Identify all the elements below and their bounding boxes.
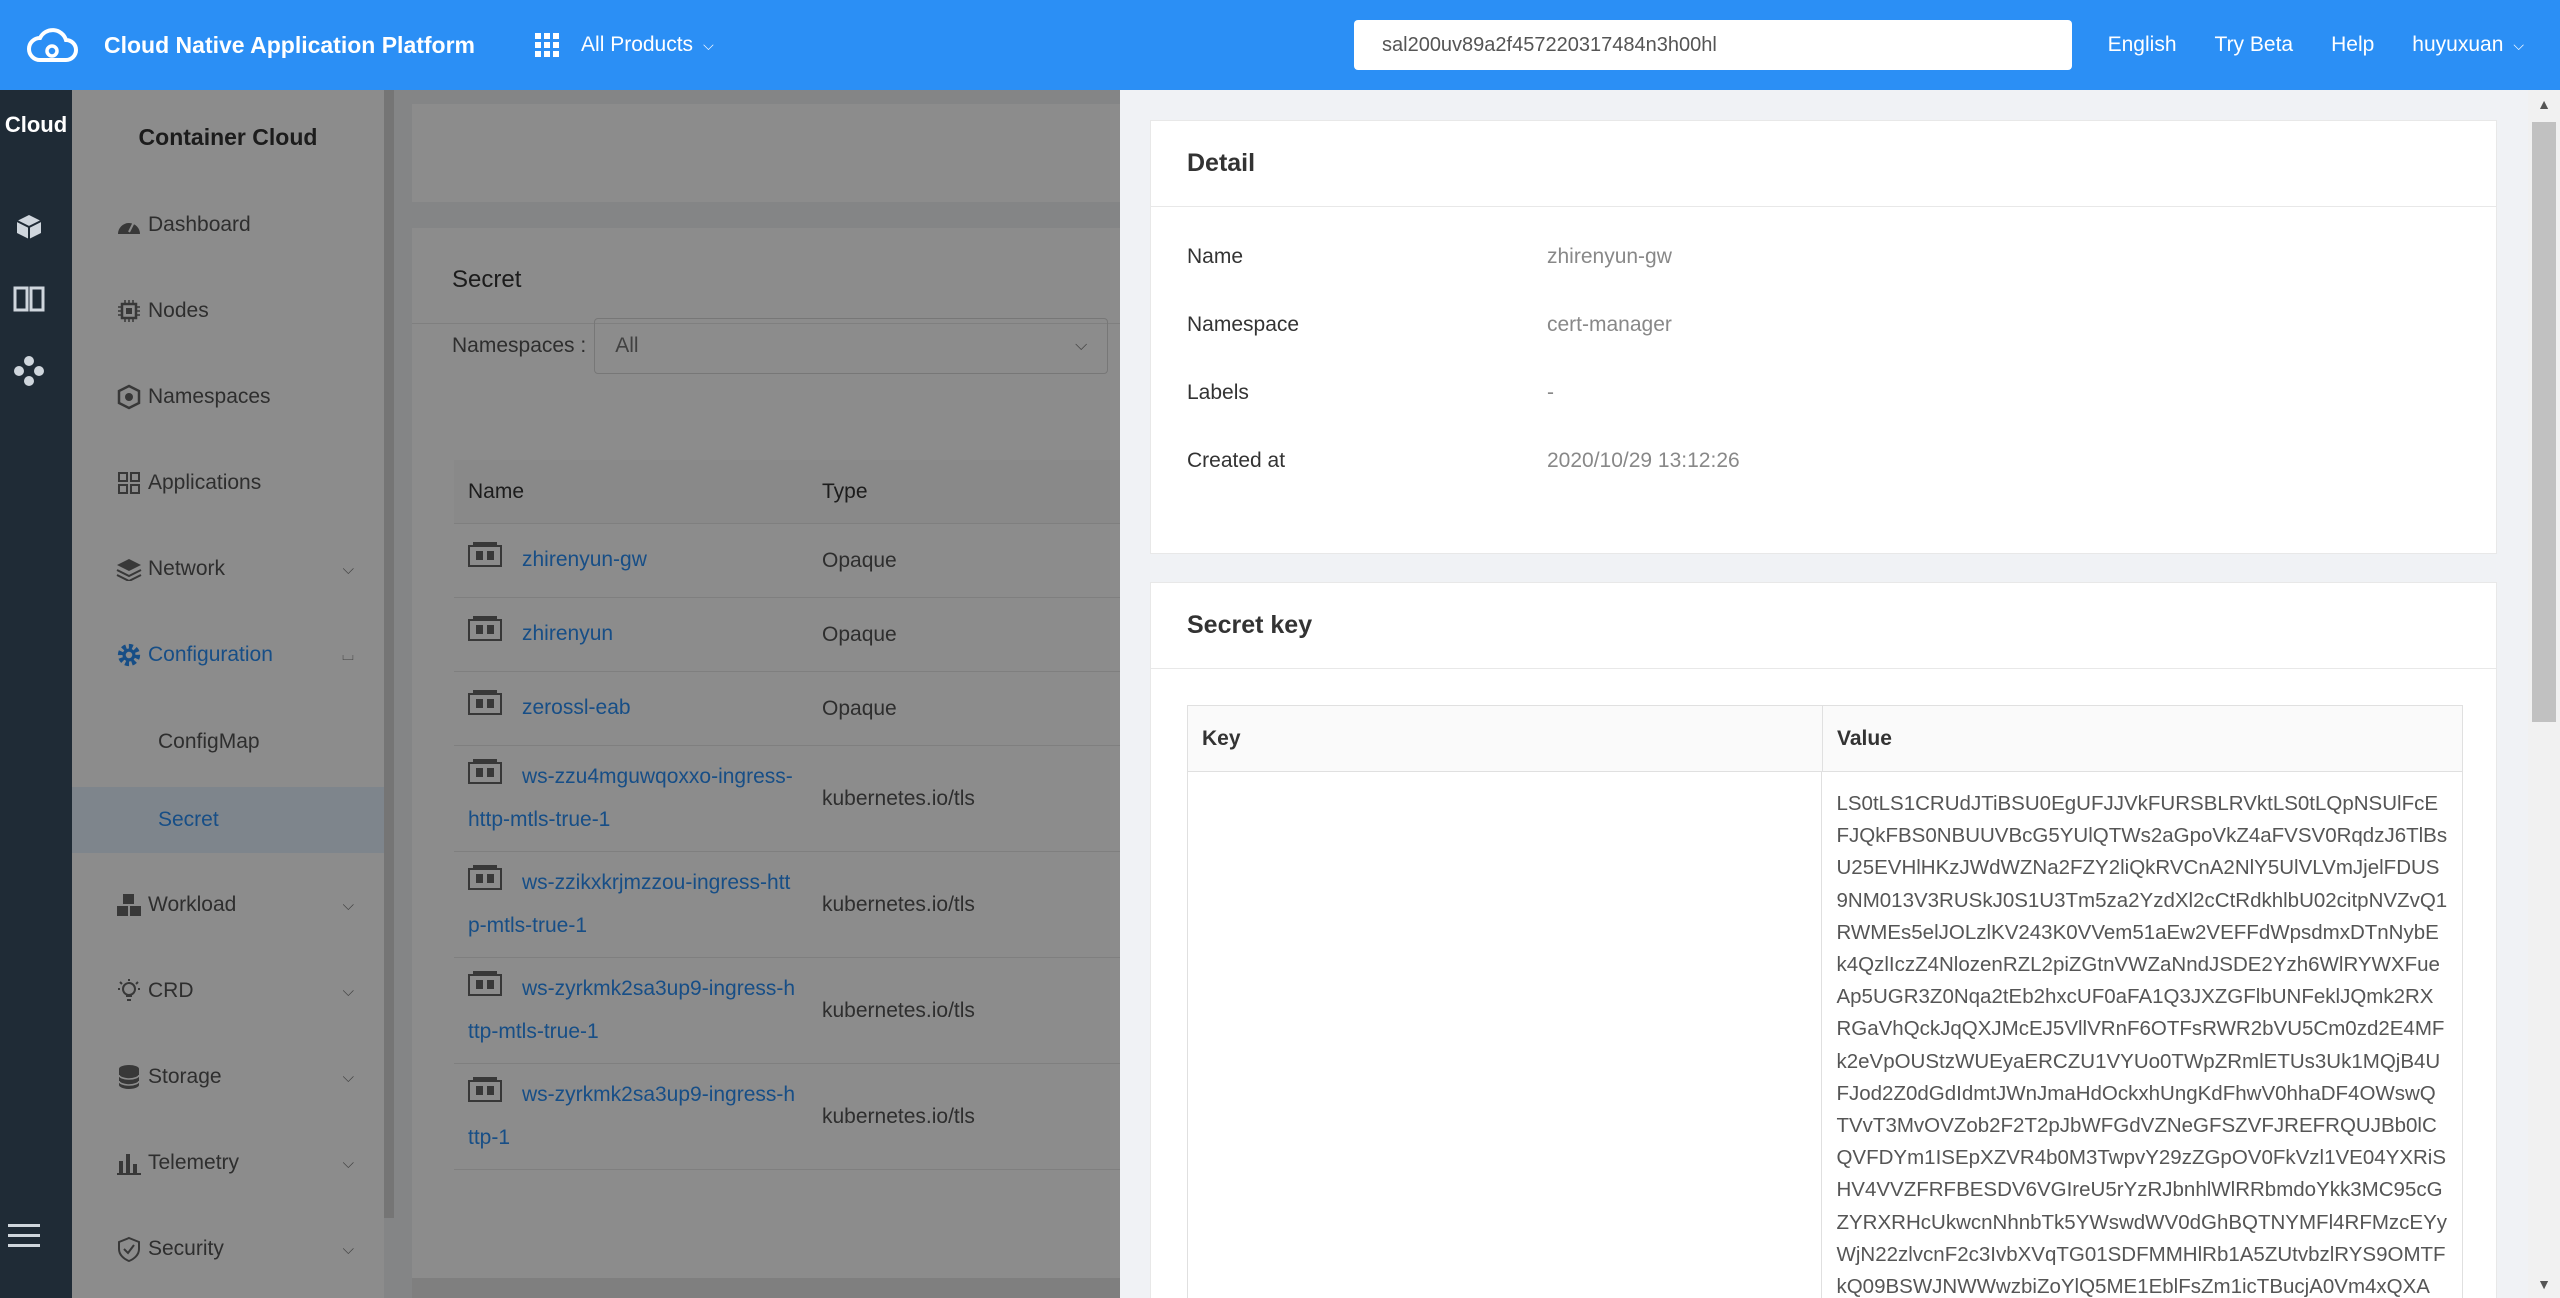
scroll-down-icon[interactable]: ▼ <box>2528 1276 2560 1292</box>
scrollbar-thumb[interactable] <box>2532 122 2556 722</box>
secret-key-cell <box>1188 772 1823 1298</box>
app-title[interactable]: Cloud Native Application Platform <box>104 32 475 59</box>
field-name: Name zhirenyun-gw <box>1187 245 1672 269</box>
cloud-logo-icon[interactable] <box>26 25 80 65</box>
drawer-scrollbar[interactable]: ▲ ▼ <box>2528 90 2560 1298</box>
field-labels: Labels - <box>1187 381 1554 405</box>
cube-icon[interactable] <box>12 210 46 244</box>
scroll-up-icon[interactable]: ▲ <box>2528 96 2560 112</box>
field-value: zhirenyun-gw <box>1547 245 1672 268</box>
secret-detail-drawer: Detail Name zhirenyun-gw Namespace cert-… <box>1120 90 2560 1298</box>
modal-overlay[interactable] <box>72 90 1120 1298</box>
field-label: Namespace <box>1187 313 1300 336</box>
field-namespace: Namespace cert-manager <box>1187 313 1672 337</box>
book-icon[interactable] <box>12 282 46 316</box>
field-label: Labels <box>1187 381 1249 404</box>
all-products-menu[interactable]: All Products ⌵ <box>535 33 714 57</box>
field-label: Created at <box>1187 449 1286 472</box>
left-rail: Cloud <box>0 90 72 1298</box>
field-value: cert-manager <box>1547 313 1672 336</box>
column-header-value: Value <box>1837 726 1892 750</box>
search-input[interactable]: sal200uv89a2f457220317484n3h00hl <box>1354 20 2072 70</box>
field-value: 2020/10/29 13:12:26 <box>1547 449 1740 472</box>
detail-card: Detail Name zhirenyun-gw Namespace cert-… <box>1150 120 2497 554</box>
chevron-down-icon: ⌵ <box>2513 36 2524 53</box>
all-products-label: All Products <box>581 33 694 56</box>
column-header-key: Key <box>1188 706 1823 771</box>
username: huyuxuan <box>2412 33 2504 56</box>
secret-key-table: Key Value LS0tLS1CRUdJTiBSU0EgUFJJVkFURS… <box>1187 705 2463 1298</box>
menu-toggle-icon[interactable] <box>8 1224 40 1254</box>
field-created-at: Created at 2020/10/29 13:12:26 <box>1187 449 1740 473</box>
help-link[interactable]: Help <box>2331 33 2374 57</box>
chevron-down-icon: ⌵ <box>703 36 714 53</box>
top-bar: Cloud Native Application Platform All Pr… <box>0 0 2560 90</box>
field-value: - <box>1547 381 1554 404</box>
secret-key-table-header: Key Value <box>1188 706 2462 772</box>
secret-key-title: Secret key <box>1151 583 2496 669</box>
secret-key-row: LS0tLS1CRUdJTiBSU0EgUFJJVkFURSBLRVktLS0t… <box>1188 772 2462 1298</box>
user-menu[interactable]: huyuxuan ⌵ <box>2412 33 2524 57</box>
detail-title: Detail <box>1151 121 2496 207</box>
try-beta-link[interactable]: Try Beta <box>2215 33 2294 57</box>
grid-icon <box>535 33 560 57</box>
field-label: Name <box>1187 245 1244 268</box>
language-link[interactable]: English <box>2108 33 2177 57</box>
cluster-icon[interactable] <box>12 354 46 388</box>
secret-key-card: Secret key Key Value LS0tLS1CRUdJTiBSU0E… <box>1150 582 2497 1298</box>
secret-value-cell: LS0tLS1CRUdJTiBSU0EgUFJJVkFURSBLRVktLS0t… <box>1836 792 2448 1298</box>
rail-title: Cloud <box>4 112 68 137</box>
